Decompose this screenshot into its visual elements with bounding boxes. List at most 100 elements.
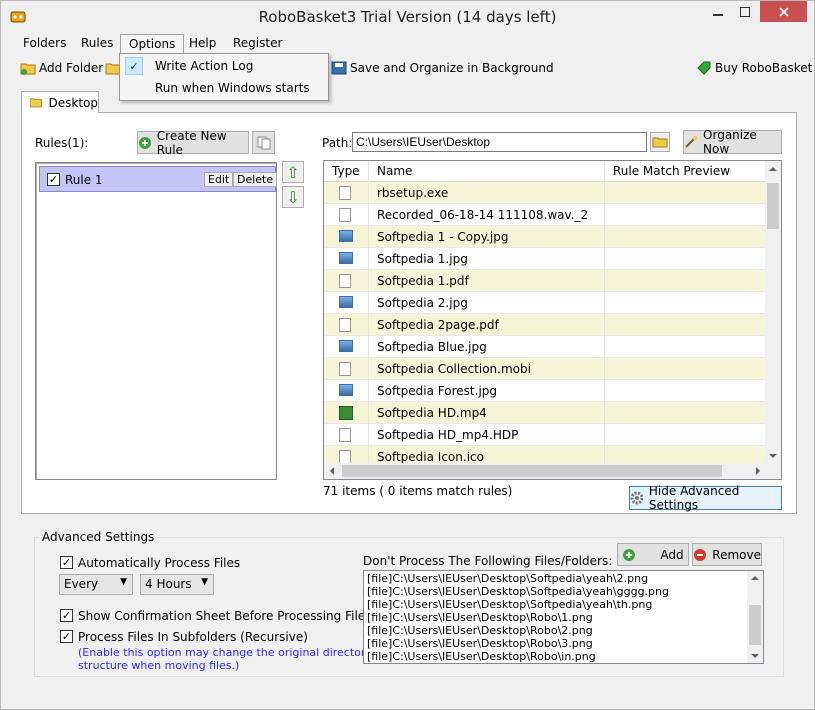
col-type[interactable]: Type xyxy=(324,161,369,182)
list-item[interactable]: [file]C:\Users\IEUser\Desktop\Robo\1.png xyxy=(367,611,593,624)
create-rule-button[interactable]: Create New Rule xyxy=(137,128,249,157)
grid-horizontal-scrollbar[interactable] xyxy=(324,463,766,479)
list-item[interactable]: [file]C:\Users\IEUser\Desktop\Robo\in.pn… xyxy=(367,650,596,663)
browse-folder-button[interactable] xyxy=(650,132,670,152)
show-confirm-checkbox[interactable]: ✓ xyxy=(60,609,73,622)
scroll-down-icon xyxy=(769,454,777,458)
table-row[interactable]: Softpedia Blue.jpg xyxy=(324,336,766,358)
scroll-up-icon xyxy=(751,576,759,580)
buy-button[interactable]: Buy RoboBasket xyxy=(696,61,812,75)
file-grid[interactable]: Type Name Rule Match Preview rbsetup.exe… xyxy=(323,160,782,480)
table-row[interactable]: Softpedia 2page.pdf xyxy=(324,314,766,336)
menu-bar: Folders Rules Options Help Register xyxy=(1,32,814,55)
subfolders-note-line2: structure when moving files.) xyxy=(78,659,240,672)
table-row[interactable]: Softpedia 1.pdf xyxy=(324,270,766,292)
rule-row[interactable]: ✓ Rule 1 Edit Delete xyxy=(39,166,278,192)
tag-icon xyxy=(697,61,711,75)
chevron-down-icon: ▼ xyxy=(120,577,127,587)
close-button[interactable] xyxy=(760,1,807,22)
arrow-down-icon: ⇩ xyxy=(286,187,300,207)
scroll-up-icon xyxy=(769,167,777,171)
file-name: Softpedia 1.pdf xyxy=(377,274,469,288)
path-input[interactable] xyxy=(352,132,647,152)
every-select[interactable]: Every ▼ xyxy=(59,574,133,595)
interval-select[interactable]: 4 Hours ▼ xyxy=(140,574,214,595)
file-name: Softpedia 2.jpg xyxy=(377,296,468,310)
maximize-icon xyxy=(739,6,750,17)
minimize-button[interactable] xyxy=(704,1,731,22)
exclusion-scrollbar[interactable] xyxy=(747,571,763,663)
run-at-startup-item[interactable]: Run when Windows starts xyxy=(155,81,310,95)
menu-options[interactable]: Options xyxy=(120,34,185,55)
menu-help[interactable]: Help xyxy=(189,36,216,50)
add-exclusion-button[interactable]: Add xyxy=(617,543,689,566)
file-name: rbsetup.exe xyxy=(377,186,449,200)
scroll-left-icon xyxy=(330,467,334,475)
table-row[interactable]: Softpedia Collection.mobi xyxy=(324,358,766,380)
menu-rules[interactable]: Rules xyxy=(81,36,113,50)
buy-label: Buy RoboBasket xyxy=(715,61,813,75)
subfolders-checkbox[interactable]: ✓ xyxy=(60,630,73,643)
table-row[interactable]: Softpedia Forest.jpg xyxy=(324,380,766,402)
file-name: Softpedia 1 - Copy.jpg xyxy=(377,230,509,244)
tab-desktop[interactable]: Desktop xyxy=(21,91,99,113)
maximize-button[interactable] xyxy=(731,1,758,22)
table-row[interactable]: rbsetup.exe xyxy=(324,182,766,204)
scroll-thumb[interactable] xyxy=(749,605,761,645)
file-icon xyxy=(339,318,351,332)
list-item[interactable]: [file]C:\Users\IEUser\Desktop\Softpedia\… xyxy=(367,598,652,611)
file-name: Softpedia 2page.pdf xyxy=(377,318,499,332)
background-button[interactable]: Save and Organize in Background xyxy=(331,61,554,75)
create-rule-label: Create New Rule xyxy=(156,128,227,157)
rules-list[interactable]: ✓ Rule 1 Edit Delete xyxy=(35,162,278,480)
rule-enabled-checkbox[interactable]: ✓ xyxy=(47,173,60,186)
folder-icon xyxy=(30,98,42,108)
table-row[interactable]: Softpedia HD_mp4.HDP xyxy=(324,424,766,446)
file-icon xyxy=(339,208,351,222)
file-name: Recorded_06-18-14 111108.wav._2 xyxy=(377,208,589,222)
hide-advanced-button[interactable]: Hide Advanced Settings xyxy=(629,484,782,512)
exclusion-list[interactable]: [file]C:\Users\IEUser\Desktop\Softpedia\… xyxy=(363,570,764,664)
table-row[interactable]: Softpedia 1.jpg xyxy=(324,248,766,270)
file-icon xyxy=(339,362,351,376)
table-row[interactable]: Softpedia 1 - Copy.jpg xyxy=(324,226,766,248)
table-row[interactable]: Softpedia 2.jpg xyxy=(324,292,766,314)
title-bar: RoboBasket3 Trial Version (14 days left) xyxy=(1,1,814,32)
table-row[interactable]: Recorded_06-18-14 111108.wav._2 xyxy=(324,204,766,226)
list-item[interactable]: [file]C:\Users\IEUser\Desktop\Robo\2.png xyxy=(367,624,593,637)
window-title: RoboBasket3 Trial Version (14 days left) xyxy=(258,8,557,26)
add-exclusion-label: Add xyxy=(660,547,684,562)
scroll-thumb[interactable] xyxy=(342,465,722,477)
tab-desktop-label: Desktop xyxy=(48,95,99,110)
organize-now-button[interactable]: Organize Now xyxy=(683,128,782,156)
menu-register[interactable]: Register xyxy=(233,36,282,50)
move-up-button[interactable]: ⇧ xyxy=(282,161,304,183)
copy-rule-button[interactable] xyxy=(252,131,275,154)
image-icon xyxy=(339,340,353,352)
write-action-log-item[interactable]: Write Action Log xyxy=(155,59,253,73)
col-rule-match[interactable]: Rule Match Preview xyxy=(605,161,766,182)
list-item[interactable]: [file]C:\Users\IEUser\Desktop\Softpedia\… xyxy=(367,585,669,598)
list-item[interactable]: [file]C:\Users\IEUser\Desktop\Robo\3.png xyxy=(367,637,593,650)
scroll-thumb[interactable] xyxy=(767,183,779,229)
minus-circle-icon xyxy=(694,548,706,561)
hide-advanced-label: Hide Advanced Settings xyxy=(648,484,740,512)
add-folder-icon xyxy=(20,63,36,75)
table-row[interactable]: Softpedia HD.mp4 xyxy=(324,402,766,424)
menu-folders[interactable]: Folders xyxy=(23,36,66,50)
add-folder-button[interactable]: Add Folder xyxy=(20,61,103,75)
file-name: Softpedia Collection.mobi xyxy=(377,362,531,376)
list-item[interactable]: [file]C:\Users\IEUser\Desktop\Softpedia\… xyxy=(367,572,648,585)
exclude-label: Don't Process The Following Files/Folder… xyxy=(363,554,613,568)
move-down-button[interactable]: ⇩ xyxy=(282,186,304,208)
auto-process-checkbox[interactable]: ✓ xyxy=(60,556,73,569)
video-icon xyxy=(339,406,353,420)
file-name: Softpedia HD_mp4.HDP xyxy=(377,428,519,442)
remove-exclusion-label: Remove xyxy=(712,547,761,562)
delete-rule-button[interactable]: Delete xyxy=(233,172,278,187)
grid-vertical-scrollbar[interactable] xyxy=(765,161,781,464)
gear-icon xyxy=(630,491,643,505)
remove-exclusion-button[interactable]: Remove xyxy=(692,543,762,566)
edit-rule-button[interactable]: Edit xyxy=(204,172,234,187)
col-name[interactable]: Name xyxy=(369,161,605,182)
